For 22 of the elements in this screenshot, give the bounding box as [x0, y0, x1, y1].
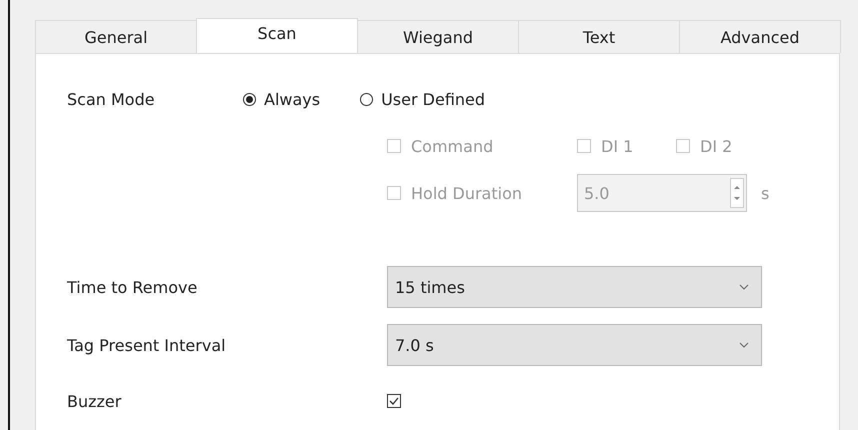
- spin-arrows-icon[interactable]: [730, 178, 744, 208]
- field-label: Scan Mode: [67, 90, 156, 108]
- field-label: Buzzer: [67, 392, 122, 410]
- checkbox-label: DI 1: [601, 136, 634, 156]
- radio-label: User Defined: [381, 90, 486, 108]
- field-label: Time to Remove: [67, 278, 198, 296]
- dropdown[interactable]: 15 times: [387, 266, 762, 308]
- tab[interactable]: General: [35, 20, 197, 53]
- checkbox-label: DI 2: [700, 136, 732, 156]
- radio-button[interactable]: [243, 92, 256, 106]
- field-label: Tag Present Interval: [67, 336, 227, 354]
- chevron-down-icon: [739, 284, 749, 290]
- dropdown[interactable]: 7.0 s: [387, 324, 762, 366]
- checkbox-label: Command: [411, 136, 494, 156]
- radio-button[interactable]: [360, 92, 374, 106]
- tab[interactable]: Scan: [196, 18, 358, 53]
- chevron-down-icon: [739, 342, 749, 348]
- unit-label: s: [761, 184, 770, 202]
- tab[interactable]: Advanced: [679, 20, 841, 53]
- radio-label: Always: [264, 90, 320, 108]
- checkbox[interactable]: [387, 394, 401, 408]
- checkbox-label: Hold Duration: [411, 184, 522, 202]
